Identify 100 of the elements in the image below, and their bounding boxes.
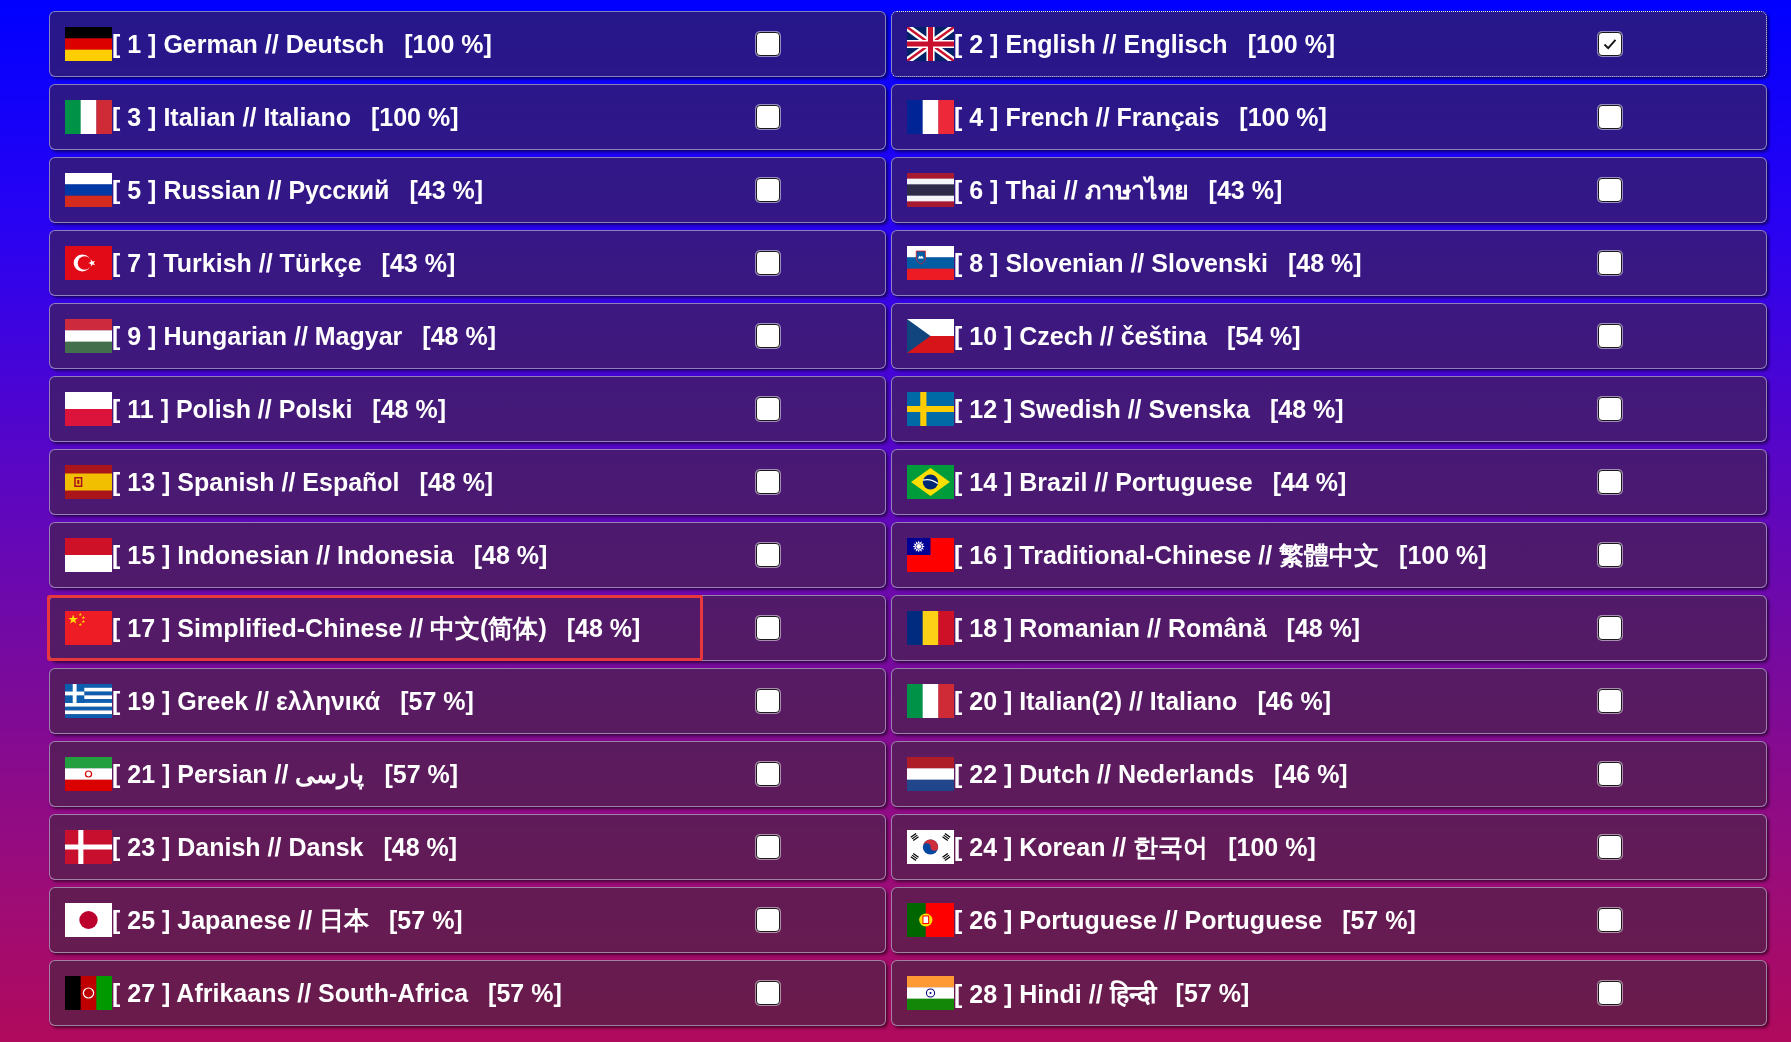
completion-percent: [100 %] <box>1228 832 1316 862</box>
afghanistan-flag-icon <box>65 976 112 1010</box>
completion-percent: [48 %] <box>422 321 496 351</box>
completion-percent: [57 %] <box>400 686 474 716</box>
romania-flag-icon <box>907 611 954 645</box>
netherlands-flag-icon <box>907 757 954 791</box>
language-label: [ 21 ] Persian // پارسی <box>112 759 365 789</box>
britain-flag-icon <box>907 27 954 61</box>
language-checkbox[interactable] <box>1598 470 1622 494</box>
language-checkbox[interactable] <box>1598 981 1622 1005</box>
language-label: [ 19 ] Greek // ελληνικά <box>112 686 381 716</box>
russia-flag-icon <box>65 173 112 207</box>
completion-percent: [48 %] <box>1269 394 1344 424</box>
language-label: [ 8 ] Slovenian // Slovenski <box>954 248 1268 278</box>
language-label: [ 26 ] Portuguese // Portuguese <box>954 905 1323 935</box>
language-checkbox[interactable] <box>1598 324 1622 348</box>
completion-percent: [100 %] <box>370 102 459 132</box>
spain-flag-icon <box>65 465 112 499</box>
language-label: [ 3 ] Italian // Italiano <box>112 102 351 132</box>
language-checkbox[interactable] <box>756 470 780 494</box>
completion-percent: [48 %] <box>1288 248 1362 278</box>
language-checkbox[interactable] <box>1598 397 1622 421</box>
completion-percent: [46 %] <box>1274 759 1348 789</box>
language-checkbox[interactable] <box>756 981 780 1005</box>
language-label: [ 22 ] Dutch // Nederlands <box>954 759 1255 789</box>
india-flag-icon <box>907 976 954 1010</box>
completion-percent: [57 %] <box>1342 905 1416 935</box>
language-label: [ 13 ] Spanish // Español <box>112 467 400 497</box>
language-checkbox[interactable] <box>756 251 780 275</box>
language-label: [ 1 ] German // Deutsch <box>112 29 385 59</box>
completion-percent: [48 %] <box>383 832 458 862</box>
language-checkbox[interactable] <box>1598 251 1622 275</box>
germany-flag-icon <box>65 27 112 61</box>
language-checkbox[interactable] <box>756 835 780 859</box>
completion-percent: [46 %] <box>1257 686 1332 716</box>
turkey-flag-icon <box>65 246 112 280</box>
language-label: [ 4 ] French // Français <box>954 102 1220 132</box>
language-checkbox[interactable] <box>1598 616 1622 640</box>
language-label: [ 11 ] Polish // Polski <box>112 394 353 424</box>
completion-percent: [100 %] <box>1239 102 1327 132</box>
language-label: [ 16 ] Traditional-Chinese // 繁體中文 <box>954 539 1380 571</box>
language-label: [ 9 ] Hungarian // Magyar <box>112 321 403 351</box>
china-flag-icon <box>65 611 112 645</box>
language-label: [ 6 ] Thai // ภาษาไทย <box>954 174 1189 206</box>
completion-percent: [44 %] <box>1272 467 1347 497</box>
language-checkbox[interactable] <box>756 689 780 713</box>
completion-percent: [43 %] <box>381 248 456 278</box>
language-label: [ 15 ] Indonesian // Indonesia <box>112 540 454 570</box>
completion-percent: [48 %] <box>473 540 548 570</box>
language-checkbox[interactable] <box>756 397 780 421</box>
language-checkbox[interactable] <box>1598 105 1622 129</box>
language-checkbox[interactable] <box>756 543 780 567</box>
language-label: [ 14 ] Brazil // Portuguese <box>954 467 1253 497</box>
language-checkbox[interactable] <box>756 178 780 202</box>
poland-flag-icon <box>65 392 112 426</box>
language-checkbox[interactable] <box>1598 835 1622 859</box>
language-label: [ 23 ] Danish // Dansk <box>112 832 364 862</box>
greece-flag-icon <box>65 684 112 718</box>
italy-flag-icon <box>65 100 112 134</box>
language-checkbox[interactable] <box>1598 908 1622 932</box>
language-checkbox[interactable] <box>756 32 780 56</box>
completion-percent: [54 %] <box>1226 321 1301 351</box>
language-checkbox[interactable] <box>1598 32 1622 56</box>
completion-percent: [57 %] <box>389 905 463 935</box>
language-label: [ 12 ] Swedish // Svenska <box>954 394 1250 424</box>
language-checkbox[interactable] <box>756 908 780 932</box>
language-label: [ 24 ] Korean // 한국어 <box>954 831 1209 863</box>
completion-percent: [48 %] <box>566 613 641 643</box>
completion-percent: [57 %] <box>1175 978 1250 1008</box>
slovenia-flag-icon <box>907 246 954 280</box>
completion-percent: [100 %] <box>1247 29 1336 59</box>
language-checkbox[interactable] <box>756 616 780 640</box>
language-checkbox[interactable] <box>1598 543 1622 567</box>
completion-percent: [43 %] <box>1208 175 1283 205</box>
hungary-flag-icon <box>65 319 112 353</box>
language-checkbox[interactable] <box>756 324 780 348</box>
completion-percent: [48 %] <box>419 467 494 497</box>
language-checkbox[interactable] <box>1598 178 1622 202</box>
language-checkbox[interactable] <box>756 762 780 786</box>
completion-percent: [48 %] <box>372 394 446 424</box>
czechia-flag-icon <box>907 319 954 353</box>
language-label: [ 25 ] Japanese // 日本 <box>112 904 370 936</box>
portugal-flag-icon <box>907 903 954 937</box>
brazil-flag-icon <box>907 465 954 499</box>
language-checkbox[interactable] <box>1598 689 1622 713</box>
thailand-flag-icon <box>907 173 954 207</box>
language-label: [ 7 ] Turkish // Türkçe <box>112 248 362 278</box>
completion-percent: [100 %] <box>404 29 492 59</box>
language-checkbox[interactable] <box>756 105 780 129</box>
completion-percent: [57 %] <box>488 978 562 1008</box>
completion-percent: [100 %] <box>1399 540 1487 570</box>
language-label: [ 18 ] Romanian // Română <box>954 613 1267 643</box>
language-label: [ 10 ] Czech // čeština <box>954 321 1207 351</box>
sweden-flag-icon <box>907 392 954 426</box>
completion-percent: [48 %] <box>1286 613 1361 643</box>
language-label: [ 17 ] Simplified-Chinese // 中文(简体) <box>112 612 547 644</box>
korea-flag-icon <box>907 830 954 864</box>
language-checkbox[interactable] <box>1598 762 1622 786</box>
completion-percent: [43 %] <box>409 175 484 205</box>
france-flag-icon <box>907 100 954 134</box>
